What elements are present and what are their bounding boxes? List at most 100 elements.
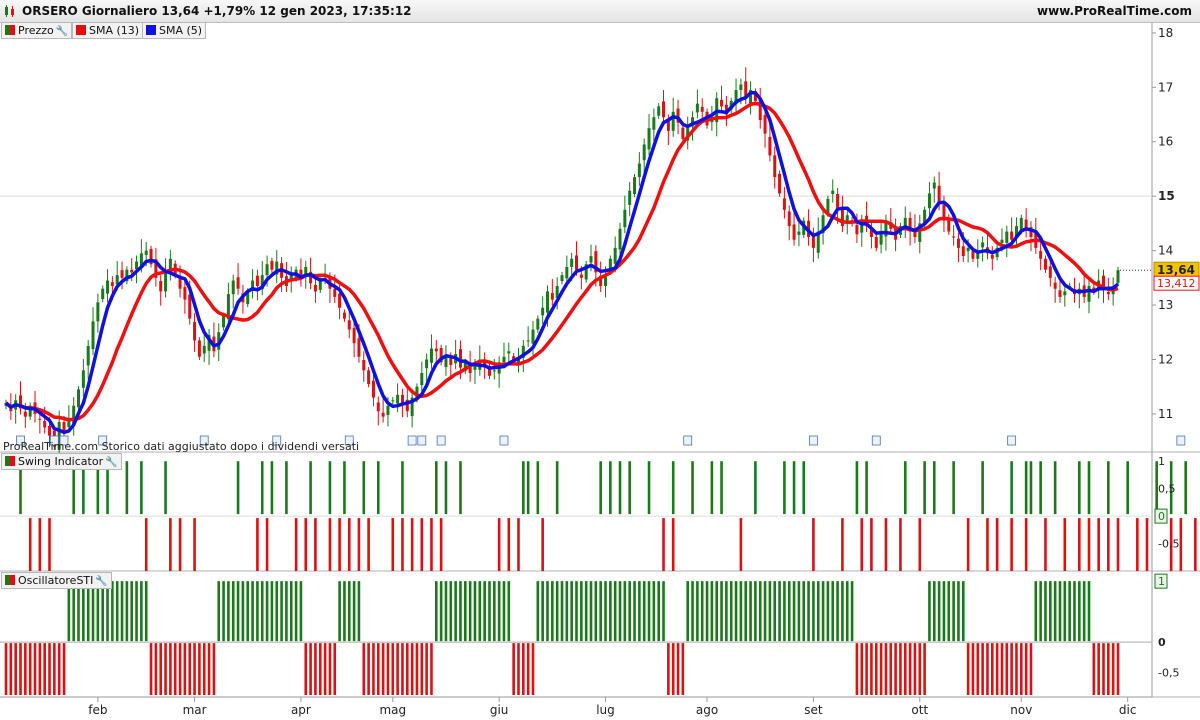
sti-bar-up [231,581,235,642]
candle [797,222,801,247]
dividend-marker-icon[interactable] [436,435,446,446]
swing-bar-down [265,518,269,571]
dividend-marker-icon[interactable] [499,435,509,446]
swing-bar-down [662,518,665,571]
y-tick-label: 0,5 [1158,483,1176,496]
candle [284,262,288,292]
dividend-marker-icon[interactable] [1007,435,1017,446]
sti-bar-down [33,643,37,695]
sti-bar-up [802,581,806,642]
candle-body [429,348,433,363]
sti-bar-up [691,581,694,642]
candle-body [381,412,385,417]
sti-bar-up [763,581,767,642]
price-swatch [5,25,15,35]
sti-bar-up [932,581,936,642]
sti-bar-up [778,581,781,642]
swing-bar-down [367,518,370,571]
candle-body [1039,251,1043,259]
sti-bar-up [260,581,264,642]
sti-bar-up [120,581,124,642]
dividend-marker-icon[interactable] [1176,435,1186,446]
sti-bar-down [304,643,308,695]
sti-bar-up [1044,581,1047,642]
sti-bar-up [72,581,75,642]
sti-bar-down [159,643,163,695]
swing-swatch [5,456,15,466]
wrench-icon[interactable]: 🔧 [105,455,117,470]
legend-sma5[interactable]: SMA (5) [142,22,207,39]
sti-bar-down [396,643,399,695]
candle-body [966,247,970,252]
y-tick-label: 0 [1158,636,1166,649]
candle-body [575,255,579,270]
candle-body [782,198,786,210]
swing-bar-down [256,518,259,571]
sti-bar-down [420,643,424,695]
swing-bar-down [1179,518,1183,571]
swing-bar-down [314,518,317,571]
candle [628,182,632,217]
chart-canvas[interactable]: 11 12 13 14 15 16 17 18 13,6413,412 1 0,5 -0,5 0 1 0 -0… [0,0,1200,720]
sti-bar-up [352,581,356,642]
sti-bar-up [599,581,602,642]
dividend-marker-icon[interactable] [871,435,881,446]
sti-bar-up [241,581,245,642]
sti-bar-up [739,581,743,642]
sti-bar-up [686,581,690,642]
candle-body [536,318,540,330]
legend-sma13[interactable]: SMA (13) [72,22,144,39]
swing-bar-down [169,518,172,571]
site-url[interactable]: www.ProRealTime.com [1037,4,1192,18]
candle [584,260,588,283]
sti-bar-down [918,643,922,695]
sti-bar-down [164,643,167,695]
sti-bar-down [903,643,907,695]
swing-bar-up [522,461,525,515]
candle-body [120,270,124,278]
sti-bar-up [928,581,931,642]
sti-bar-up [106,581,109,642]
swing-bar-up [164,461,167,515]
swing-bar-down [38,518,42,571]
swing-bar-down [497,518,501,571]
candle-body [1058,290,1062,297]
candle [86,339,90,380]
sti-bar-up [1082,581,1086,642]
wrench-icon[interactable]: 🔧 [95,574,107,589]
sti-bar-up [1073,581,1076,642]
dividend-marker-icon[interactable] [809,435,818,446]
candle [773,146,777,189]
sma13-price-label: 13,412 [1157,277,1196,290]
dividend-marker-icon[interactable] [683,435,693,446]
sti-bar-down [1015,643,1018,695]
candle [879,220,883,254]
wrench-icon[interactable]: 🔧 [56,24,68,39]
dividend-marker-icon[interactable] [417,435,427,446]
legend-swing[interactable]: Swing Indicator 🔧 [1,453,122,470]
swing-bar-up [802,461,806,515]
candle-body [193,321,197,341]
sti-bar-down [318,643,322,695]
candle [903,206,907,239]
legend-price[interactable]: Prezzo 🔧 [1,22,73,39]
swing-bar-up [792,461,796,515]
candle-body [633,177,637,194]
candle-body [202,345,206,354]
swing-bar-down [1194,518,1197,571]
candle-body [38,418,42,420]
candle [657,103,661,119]
candle [14,394,18,424]
sti-bar-down [309,643,312,695]
swing-bar-down [410,518,414,571]
sti-bar-down [43,643,46,695]
candle [758,87,762,129]
dividend-marker-icon[interactable] [407,435,417,446]
candle-body [550,293,554,300]
candle-body [990,254,994,259]
candle-body [671,111,675,131]
candle-body [183,287,187,300]
legend-sti[interactable]: OscillatoreSTI 🔧 [1,572,112,589]
sti-bar-down [376,643,380,695]
y-tick-label: -0,5 [1158,538,1179,551]
